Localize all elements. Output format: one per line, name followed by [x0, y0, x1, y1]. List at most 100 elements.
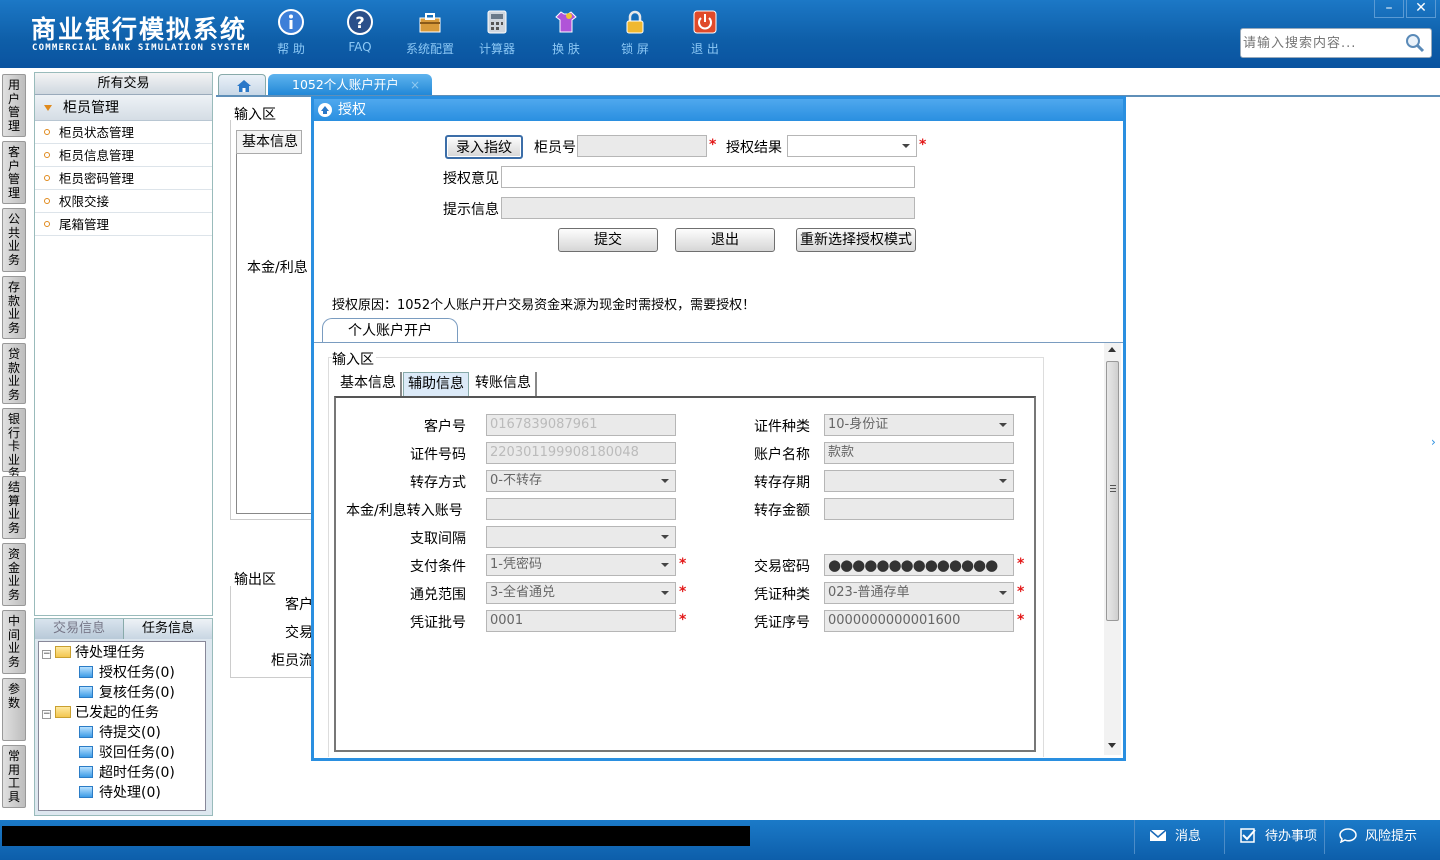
- speech-bubble-icon: [1339, 828, 1357, 843]
- vnav-tab[interactable]: 用户管理: [2, 74, 26, 137]
- message-button[interactable]: 消息: [1134, 820, 1224, 854]
- tree-node-pending[interactable]: − 待处理任务: [42, 643, 145, 663]
- vertical-scrollbar[interactable]: [1104, 343, 1121, 755]
- change-skin-button[interactable]: 换 肤: [536, 8, 596, 60]
- vnav-tab[interactable]: 存款业务: [2, 276, 26, 339]
- menu-item-teller-password[interactable]: 柜员密码管理: [35, 167, 212, 190]
- side-expand-chevron-icon[interactable]: ›: [1431, 420, 1440, 464]
- voucher-serial-field[interactable]: 0000000000001600: [824, 610, 1014, 632]
- record-fingerprint-button[interactable]: 录入指纹: [445, 135, 523, 159]
- tab-transaction-info[interactable]: 交易信息: [35, 619, 124, 639]
- exit-button[interactable]: 退 出: [675, 8, 735, 60]
- vnav-tab[interactable]: 中间业务: [2, 610, 26, 674]
- pay-condition-select[interactable]: 1-凭密码: [486, 554, 676, 576]
- tab-personal-account[interactable]: 个人账户开户: [322, 318, 458, 343]
- required-mark: *: [709, 137, 717, 153]
- task-icon: [79, 766, 93, 778]
- risk-label: 风险提示: [1365, 829, 1418, 844]
- todo-button[interactable]: 待办事项: [1224, 820, 1324, 854]
- teller-no-field[interactable]: [577, 135, 707, 157]
- reselect-auth-mode-button[interactable]: 重新选择授权模式: [796, 228, 916, 252]
- required-mark: *: [1017, 612, 1025, 628]
- tree-node-rejected[interactable]: 驳回任务(0): [79, 743, 175, 763]
- id-no-label: 证件号码: [410, 447, 466, 463]
- calculator-button[interactable]: 计算器: [467, 8, 527, 60]
- question-icon: ?: [347, 9, 373, 35]
- vnav-tab[interactable]: 资金业务: [2, 543, 26, 606]
- tab-home[interactable]: [218, 74, 266, 96]
- vnav-tab[interactable]: 银行卡业务: [2, 408, 26, 480]
- system-config-button[interactable]: 系统配置: [400, 8, 460, 60]
- customer-no-field[interactable]: 0167839087961: [486, 414, 676, 436]
- teller-management-group[interactable]: 柜员管理: [35, 95, 212, 121]
- tree-node-timeout[interactable]: 超时任务(0): [79, 763, 175, 783]
- trade-password-field[interactable]: ●●●●●●●●●●●●●●: [824, 554, 1014, 576]
- menu-item-teller-info[interactable]: 柜员信息管理: [35, 144, 212, 167]
- id-no-field[interactable]: 220301199908180048: [486, 442, 676, 464]
- voucher-serial-label: 凭证序号: [754, 615, 810, 631]
- close-tab-icon[interactable]: ×: [410, 74, 420, 96]
- bg-tab-basic-info[interactable]: 基本信息: [236, 130, 302, 154]
- id-type-select[interactable]: 10-身份证: [824, 414, 1014, 436]
- minimize-button[interactable]: –: [1374, 0, 1404, 18]
- all-transactions-header[interactable]: 所有交易: [35, 73, 212, 95]
- scroll-down-arrow-icon[interactable]: [1108, 743, 1116, 748]
- withdraw-interval-label: 支取间隔: [410, 531, 466, 547]
- scroll-thumb[interactable]: [1106, 361, 1119, 621]
- search-input[interactable]: [1243, 33, 1398, 53]
- auth-result-select[interactable]: [787, 135, 917, 157]
- status-bar: 消息 待办事项 风险提示: [0, 820, 1440, 860]
- search-icon[interactable]: [1405, 33, 1425, 53]
- vnav-tab[interactable]: 客户管理: [2, 141, 26, 204]
- vnav-tab[interactable]: 贷款业务: [2, 343, 26, 404]
- vnav-tab[interactable]: 参数: [2, 678, 26, 741]
- tree-node-initiated[interactable]: − 已发起的任务: [42, 703, 159, 723]
- tree-label: 待处理(0): [99, 785, 161, 801]
- vnav-tab[interactable]: 公共业务: [2, 208, 26, 272]
- close-window-button[interactable]: ✕: [1406, 0, 1436, 18]
- menu-item-teller-status[interactable]: 柜员状态管理: [35, 121, 212, 144]
- transfer-mode-select[interactable]: 0-不转存: [486, 470, 676, 492]
- tree-node-review-task[interactable]: 复核任务(0): [79, 683, 175, 703]
- voucher-type-label: 凭证种类: [754, 587, 810, 603]
- help-button[interactable]: 帮 助: [261, 8, 321, 60]
- transfer-mode-value: 0-不转存: [490, 473, 542, 488]
- tab-transfer-info[interactable]: 转账信息: [471, 372, 537, 396]
- bg-form-panel: [236, 154, 316, 514]
- info-icon: [278, 9, 304, 35]
- tab-personal-account-open[interactable]: 1052个人账户开户 ×: [268, 74, 432, 96]
- tab-task-info[interactable]: 任务信息: [124, 619, 212, 639]
- account-name-field[interactable]: 款款: [824, 442, 1014, 464]
- collapse-icon[interactable]: −: [42, 650, 51, 659]
- inner-scroll-area: 输入区 基本信息 辅助信息 转账信息 客户号 0167839087961 证件种…: [314, 343, 1123, 758]
- voucher-type-select[interactable]: 023-普通存单: [824, 582, 1014, 604]
- tree-node-auth-task[interactable]: 授权任务(0): [79, 663, 175, 683]
- voucher-batch-field[interactable]: 0001: [486, 610, 676, 632]
- exchange-range-select[interactable]: 3-全省通兑: [486, 582, 676, 604]
- scroll-up-arrow-icon[interactable]: [1108, 347, 1116, 352]
- menu-item-tail-box[interactable]: 尾箱管理: [35, 213, 212, 236]
- tab-aux-info[interactable]: 辅助信息: [403, 372, 469, 396]
- lock-screen-button[interactable]: 锁 屏: [605, 8, 665, 60]
- auth-reason-text: 授权原因：1052个人账户开户交易资金来源为现金时需授权，需要授权！: [332, 298, 756, 313]
- collapse-icon[interactable]: −: [42, 710, 51, 719]
- cancel-button[interactable]: 退出: [675, 228, 775, 252]
- transfer-amount-field[interactable]: [824, 498, 1014, 520]
- faq-button[interactable]: ? FAQ: [330, 8, 390, 60]
- dialog-titlebar[interactable]: 授权: [314, 99, 1123, 121]
- risk-alert-button[interactable]: 风险提示: [1324, 820, 1440, 854]
- system-config-label: 系统配置: [405, 42, 454, 56]
- auth-opinion-input[interactable]: [501, 166, 915, 188]
- withdraw-interval-select[interactable]: [486, 526, 676, 548]
- dropdown-arrow-icon: [999, 591, 1007, 595]
- principal-account-field[interactable]: [486, 498, 676, 520]
- menu-item-permission-handover[interactable]: 权限交接: [35, 190, 212, 213]
- tree-node-to-submit[interactable]: 待提交(0): [79, 723, 161, 743]
- submit-button[interactable]: 提交: [558, 228, 658, 252]
- vnav-tab[interactable]: 结算业务: [2, 476, 26, 539]
- tree-node-to-process[interactable]: 待处理(0): [79, 783, 161, 803]
- vnav-tab[interactable]: 常用工具: [2, 745, 26, 808]
- menu-item-label: 柜员密码管理: [59, 171, 135, 186]
- tab-basic-info[interactable]: 基本信息: [336, 372, 402, 396]
- transfer-period-select[interactable]: [824, 470, 1014, 492]
